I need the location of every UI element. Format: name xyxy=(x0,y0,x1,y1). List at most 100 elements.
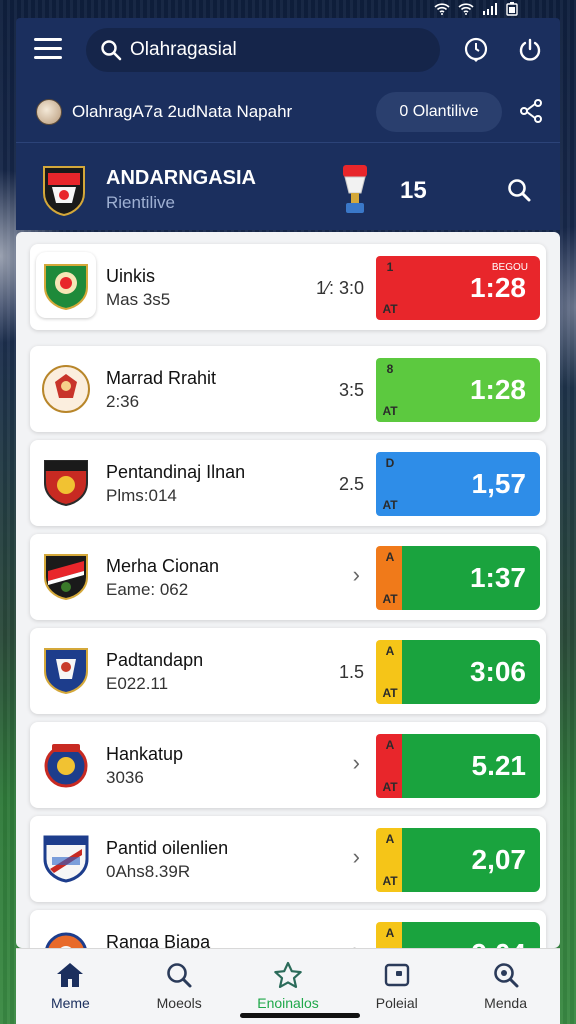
match-name: Marrad Rrahit xyxy=(106,368,217,388)
match-card[interactable]: Hankatup 3036 › A AT 5.21 xyxy=(30,722,546,808)
search-input[interactable]: Olahragasial xyxy=(86,28,440,72)
match-card[interactable]: Merha Cionan Eame: 062 › A AT 1:37 xyxy=(30,534,546,620)
odds-button[interactable]: 1,57 xyxy=(402,452,540,516)
odds-button[interactable]: 2,07 xyxy=(402,828,540,892)
odds-button[interactable]: 5.21 xyxy=(402,734,540,798)
team-search-button[interactable] xyxy=(506,177,532,208)
match-tag: A AT xyxy=(376,734,404,798)
chevron-right-icon[interactable]: › xyxy=(353,750,360,776)
odds-button[interactable]: 1:37 xyxy=(402,546,540,610)
club-crest-icon xyxy=(44,648,88,695)
share-icon xyxy=(520,99,542,123)
tag-top: A xyxy=(385,926,395,940)
match-meta: 3036 xyxy=(106,768,144,787)
league-name: OlahragA7a 2udNata Napahr xyxy=(72,102,293,121)
featured-team: ANDARNGASIA Rientilive 15 xyxy=(16,142,560,230)
tag-top: D xyxy=(385,456,395,470)
team-crest-icon xyxy=(43,166,85,217)
battery-icon xyxy=(506,2,518,16)
odds-button[interactable]: BEGOU 1:28 xyxy=(402,256,540,320)
power-icon xyxy=(519,38,541,61)
match-tag: A AT xyxy=(376,828,404,892)
menu-button[interactable] xyxy=(34,38,62,60)
match-name: Merha Cionan xyxy=(106,556,220,576)
notification-button[interactable] xyxy=(460,34,492,66)
match-name: Pantid oilenlien xyxy=(106,838,229,858)
tag-top: A xyxy=(385,832,395,846)
nav-label: Poleial xyxy=(375,995,418,1011)
match-name: Uinkis xyxy=(106,266,156,286)
tag-bottom: AT xyxy=(382,404,398,418)
tag-top: A xyxy=(385,644,395,658)
match-card[interactable]: Pentandinaj Ilnan Plms:014 2.5 D AT 1,57 xyxy=(30,440,546,526)
match-meta: Plms:014 xyxy=(106,486,177,505)
match-tag: 8 AT xyxy=(376,358,404,422)
share-button[interactable] xyxy=(518,98,544,129)
tag-bottom: AT xyxy=(382,780,398,794)
chevron-right-icon[interactable]: › xyxy=(353,844,360,870)
club-crest-icon xyxy=(42,365,90,413)
wallet-icon xyxy=(384,963,409,987)
odds-button[interactable]: 9.04 xyxy=(402,922,540,948)
chevron-right-icon[interactable]: › xyxy=(353,938,360,948)
chevron-right-icon[interactable]: › xyxy=(353,562,360,588)
odds-value: 3:06 xyxy=(469,656,526,687)
odds-button[interactable]: 1:28 xyxy=(402,358,540,422)
club-crest-icon xyxy=(44,554,88,601)
tag-bottom: AT xyxy=(382,498,398,512)
team-logo xyxy=(36,252,96,318)
match-card[interactable]: Marrad Rrahit 2:36 3:5 8 AT 1:28 xyxy=(30,346,546,432)
team-title: ANDARNGASIA xyxy=(106,167,256,189)
bottom-navigation: Meme Moeols Enoinalos Poleial Menda xyxy=(16,948,560,1024)
team-logo xyxy=(38,450,94,516)
nav-label: Enoinalos xyxy=(257,995,319,1011)
tag-bottom: AT xyxy=(382,874,398,888)
odds-button[interactable]: 3:06 xyxy=(402,640,540,704)
nav-menu[interactable]: Menda xyxy=(451,949,560,1024)
odds-value: 1:37 xyxy=(469,562,526,593)
wifi-icon xyxy=(434,3,450,15)
league-selector[interactable]: OlahragA7a 2udNata Napahr xyxy=(36,96,366,128)
nav-matches[interactable]: Moeols xyxy=(125,949,234,1024)
power-button[interactable] xyxy=(514,34,546,66)
team-subtitle: Rientilive xyxy=(106,193,175,212)
match-card[interactable]: Uinkis Mas 3s5 1⁄: 3:0 1 AT BEGOU 1:28 xyxy=(30,244,546,330)
match-list: Uinkis Mas 3s5 1⁄: 3:0 1 AT BEGOU 1:28 M… xyxy=(16,232,560,948)
match-tag: A xyxy=(376,922,404,948)
match-score: 1.5 xyxy=(338,662,364,682)
tag-top: A xyxy=(385,550,395,564)
chat-bubble-icon xyxy=(464,37,488,62)
search-icon xyxy=(167,963,192,988)
live-pill-button[interactable]: 0 Olantilive xyxy=(376,92,502,132)
match-meta: Mas 3s5 xyxy=(106,290,171,309)
match-name: Padtandapn xyxy=(106,650,204,670)
nav-label: Moeols xyxy=(156,995,202,1011)
match-score: 1⁄: 3:0 xyxy=(315,278,364,298)
menu-line xyxy=(34,47,62,50)
match-score: 3:5 xyxy=(338,380,364,400)
club-crest-icon xyxy=(43,835,89,883)
app-header: Olahragasial OlahragA7a 2udNata Napahr 0… xyxy=(16,18,560,230)
league-bar: OlahragA7a 2udNata Napahr 0 Olantilive xyxy=(16,92,560,132)
club-crest-icon xyxy=(44,460,88,507)
tag-bottom: AT xyxy=(382,592,398,606)
ball-icon xyxy=(36,99,62,125)
nav-home[interactable]: Meme xyxy=(16,949,125,1024)
trophy-icon xyxy=(343,165,367,213)
odds-value: 5.21 xyxy=(471,750,527,781)
odds-value: 9.04 xyxy=(472,938,527,948)
match-card[interactable]: Pantid oilenlien 0Ahs8.39R › A AT 2,07 xyxy=(30,816,546,902)
search-value: Olahragasial xyxy=(130,39,237,60)
match-tag: A AT xyxy=(376,546,404,610)
odds-value: 1:28 xyxy=(469,374,526,405)
match-name: Hankatup xyxy=(106,744,184,764)
star-icon xyxy=(274,961,302,988)
wifi-icon-2 xyxy=(458,3,474,15)
team-count: 15 xyxy=(400,177,427,204)
match-meta: Eame: 062 xyxy=(106,580,189,599)
match-card[interactable]: Padtandapn E022.11 1.5 A AT 3:06 xyxy=(30,628,546,714)
odds-value: 1:28 xyxy=(469,272,526,303)
team-logo xyxy=(38,544,94,610)
match-card[interactable]: Ranga Biapa › A 9.04 xyxy=(30,910,546,948)
search-icon xyxy=(493,963,519,988)
